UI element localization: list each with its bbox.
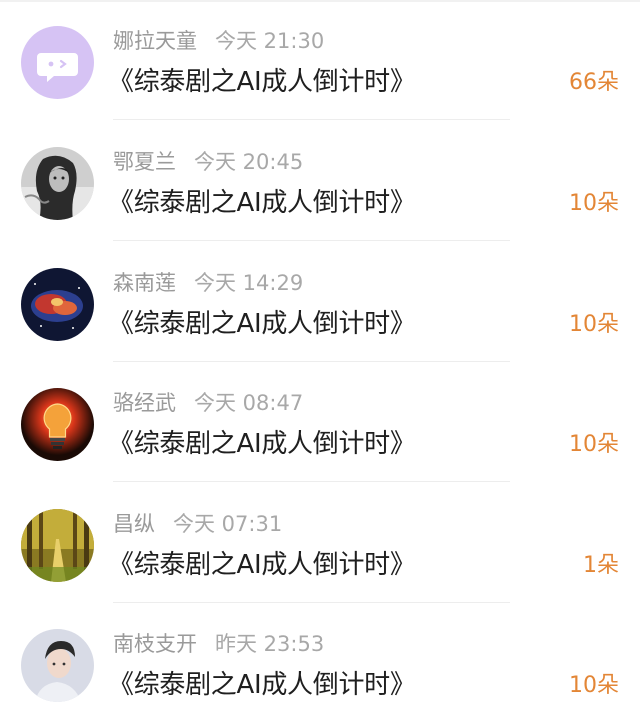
timestamp: 今天 21:30 <box>215 29 325 53</box>
item-meta: 鄂夏兰 今天 20:45 <box>113 147 303 177</box>
flower-count: 10朵 <box>569 673 619 698</box>
forest-path-photo-icon[interactable] <box>21 509 94 582</box>
book-title[interactable]: 《综泰剧之AI成人倒计时》 <box>108 426 416 462</box>
row-divider <box>113 119 510 120</box>
gift-list: 娜拉天童 今天 21:30 《综泰剧之AI成人倒计时》 66朵 鄂夏兰 今天 20:… <box>0 0 640 715</box>
list-item[interactable]: 骆经武 今天 08:47 《综泰剧之AI成人倒计时》 10朵 <box>0 362 640 482</box>
flower-count: 10朵 <box>569 191 619 216</box>
row-divider <box>113 240 510 241</box>
flower-count: 10朵 <box>569 432 619 457</box>
lightbulb-photo-icon[interactable] <box>21 388 94 461</box>
flower-count: 10朵 <box>569 312 619 337</box>
list-item[interactable]: 鄂夏兰 今天 20:45 《综泰剧之AI成人倒计时》 10朵 <box>0 121 640 241</box>
girl-photo-icon[interactable] <box>21 147 94 220</box>
flower-count: 1朵 <box>583 553 619 578</box>
user-name[interactable]: 南枝支开 <box>113 632 197 656</box>
flower-count: 66朵 <box>569 70 619 95</box>
user-name[interactable]: 娜拉天童 <box>113 29 197 53</box>
list-item[interactable]: 南枝支开 昨天 23:53 《综泰剧之AI成人倒计时》 10朵 <box>0 603 640 715</box>
nebula-photo-icon[interactable] <box>21 268 94 341</box>
timestamp: 今天 08:47 <box>194 391 304 415</box>
list-item[interactable]: 森南莲 今天 14:29 《综泰剧之AI成人倒计时》 10朵 <box>0 242 640 362</box>
man-portrait-photo-icon[interactable] <box>21 629 94 702</box>
chat-bubble-face-icon[interactable] <box>21 26 94 99</box>
item-meta: 森南莲 今天 14:29 <box>113 268 303 298</box>
timestamp: 今天 07:31 <box>173 512 283 536</box>
timestamp: 今天 20:45 <box>194 150 304 174</box>
book-title[interactable]: 《综泰剧之AI成人倒计时》 <box>108 306 416 342</box>
row-divider <box>113 481 510 482</box>
timestamp: 昨天 23:53 <box>215 632 325 656</box>
user-name[interactable]: 鄂夏兰 <box>113 150 176 174</box>
book-title[interactable]: 《综泰剧之AI成人倒计时》 <box>108 667 416 703</box>
user-name[interactable]: 骆经武 <box>113 391 176 415</box>
item-meta: 南枝支开 昨天 23:53 <box>113 629 324 659</box>
book-title[interactable]: 《综泰剧之AI成人倒计时》 <box>108 547 416 583</box>
list-item[interactable]: 娜拉天童 今天 21:30 《综泰剧之AI成人倒计时》 66朵 <box>0 0 640 120</box>
book-title[interactable]: 《综泰剧之AI成人倒计时》 <box>108 64 416 100</box>
user-name[interactable]: 昌纵 <box>113 512 155 536</box>
item-meta: 娜拉天童 今天 21:30 <box>113 26 324 56</box>
item-meta: 昌纵 今天 07:31 <box>113 509 282 539</box>
user-name[interactable]: 森南莲 <box>113 271 176 295</box>
item-meta: 骆经武 今天 08:47 <box>113 388 303 418</box>
timestamp: 今天 14:29 <box>194 271 304 295</box>
list-item[interactable]: 昌纵 今天 07:31 《综泰剧之AI成人倒计时》 1朵 <box>0 483 640 603</box>
book-title[interactable]: 《综泰剧之AI成人倒计时》 <box>108 185 416 221</box>
